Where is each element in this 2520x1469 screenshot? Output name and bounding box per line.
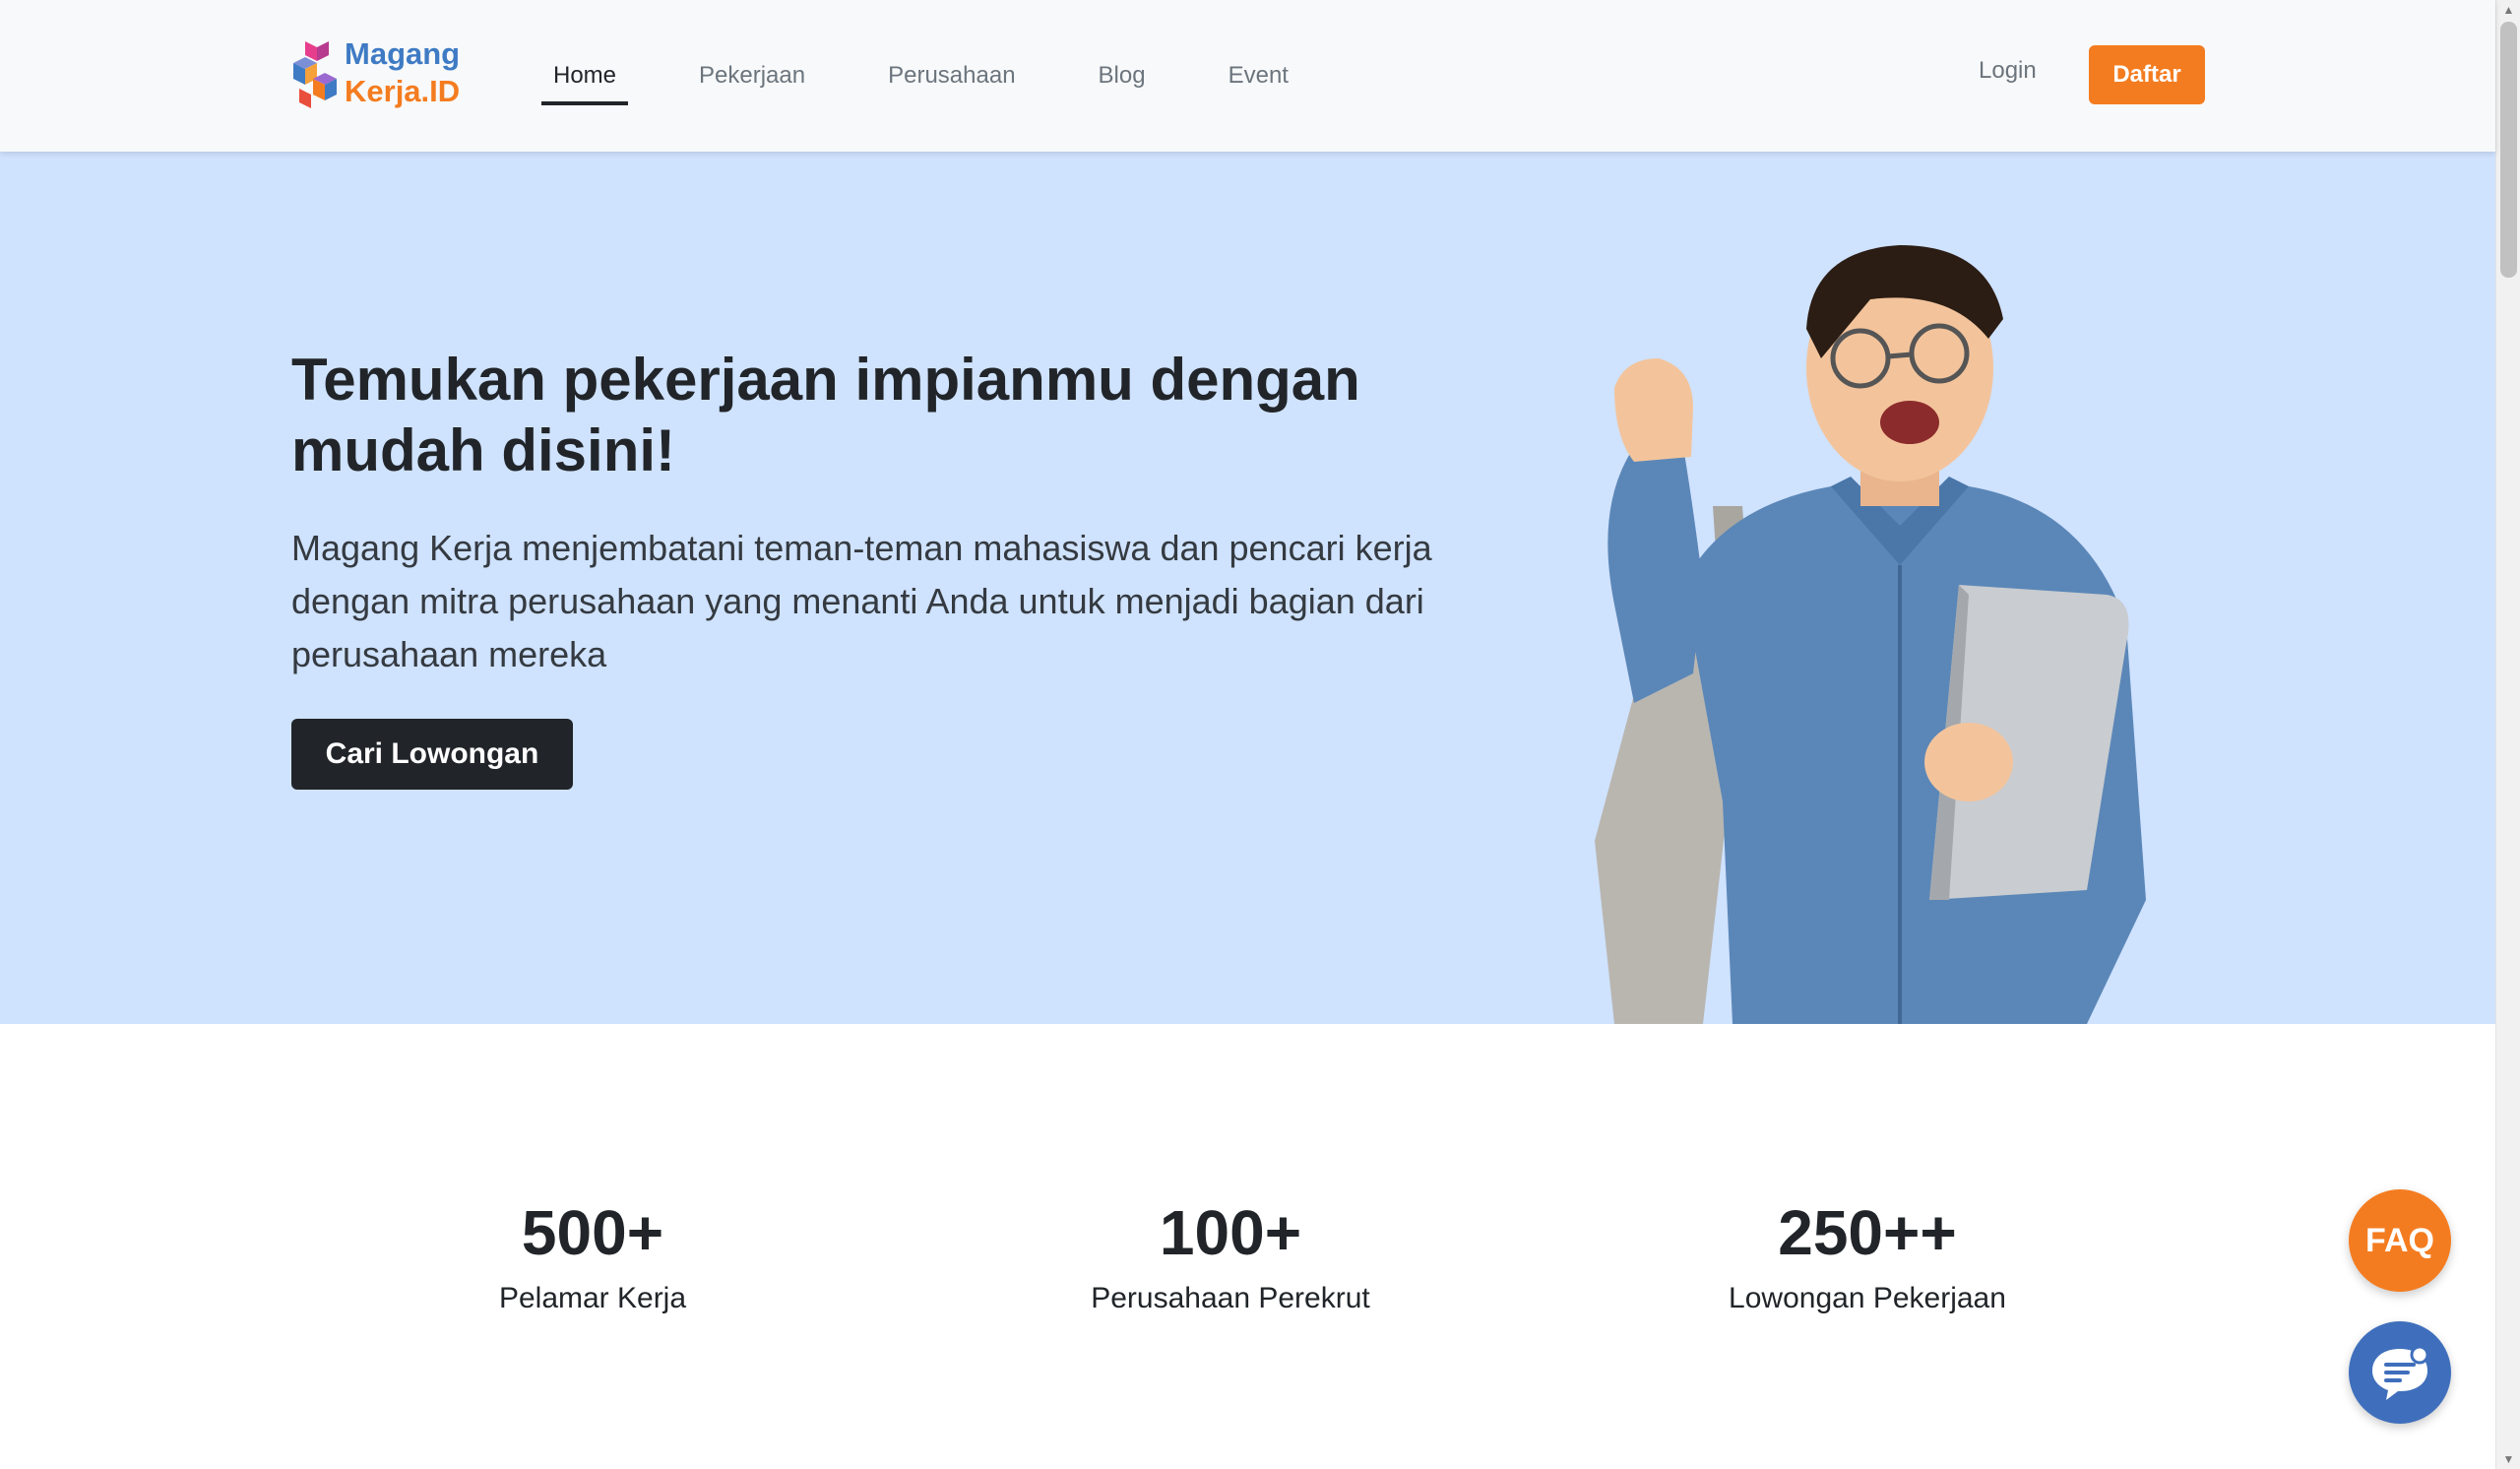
scroll-down-arrow-icon[interactable]: ▼: [2496, 1449, 2520, 1469]
stat-value: 100+: [1159, 1197, 1302, 1268]
stat-companies: 100+ Perusahaan Perekrut: [955, 1195, 1506, 1315]
stat-applicants: 500+ Pelamar Kerja: [317, 1195, 868, 1315]
brand-name: Magang Kerja.ID: [345, 35, 460, 110]
nav-link-pekerjaan[interactable]: Pekerjaan: [687, 52, 817, 99]
brand-logo[interactable]: Magang Kerja.ID: [291, 35, 478, 114]
nav-link-blog[interactable]: Blog: [1087, 52, 1158, 99]
stats-section: 500+ Pelamar Kerja 100+ Perusahaan Perek…: [0, 1024, 2495, 1469]
hero-section: Temukan pekerjaan impianmu dengan mudah …: [0, 152, 2495, 1024]
stat-label: Lowongan Pekerjaan: [1729, 1282, 2006, 1314]
brand-line2: Kerja.ID: [345, 74, 461, 108]
faq-button[interactable]: FAQ: [2349, 1189, 2451, 1292]
stat-vacancies: 250++ Lowongan Pekerjaan: [1592, 1195, 2143, 1315]
page-scrollbar[interactable]: ▲ ▼: [2495, 0, 2520, 1469]
stat-value: 500+: [521, 1197, 664, 1268]
login-link[interactable]: Login: [1979, 57, 2037, 85]
chat-button[interactable]: [2349, 1321, 2451, 1424]
stat-label: Perusahaan Perekrut: [1091, 1282, 1370, 1314]
scroll-thumb[interactable]: [2500, 22, 2517, 278]
stat-label: Pelamar Kerja: [498, 1282, 687, 1314]
register-button[interactable]: Daftar: [2089, 45, 2205, 104]
stat-value: 250++: [1778, 1197, 1957, 1268]
logo-cubes-icon: [293, 41, 337, 108]
navbar: Magang Kerja.ID Home Pekerjaan Perusahaa…: [0, 0, 2495, 152]
main-nav: Home Pekerjaan Perusahaan Blog Event: [541, 0, 1359, 152]
nav-link-perusahaan[interactable]: Perusahaan: [876, 52, 1027, 99]
scroll-up-arrow-icon[interactable]: ▲: [2496, 0, 2520, 20]
search-jobs-button[interactable]: Cari Lowongan: [291, 719, 573, 790]
hero-description: Magang Kerja menjembatani teman-teman ma…: [291, 528, 1432, 674]
brand-line1: Magang: [345, 36, 461, 71]
chat-bubble-icon: [2372, 1345, 2429, 1400]
hero-student-image: [1595, 245, 2146, 1024]
hero-title: Temukan pekerjaan impianmu dengan mudah …: [291, 347, 1360, 483]
nav-link-event[interactable]: Event: [1217, 52, 1300, 99]
nav-link-home[interactable]: Home: [541, 52, 629, 105]
